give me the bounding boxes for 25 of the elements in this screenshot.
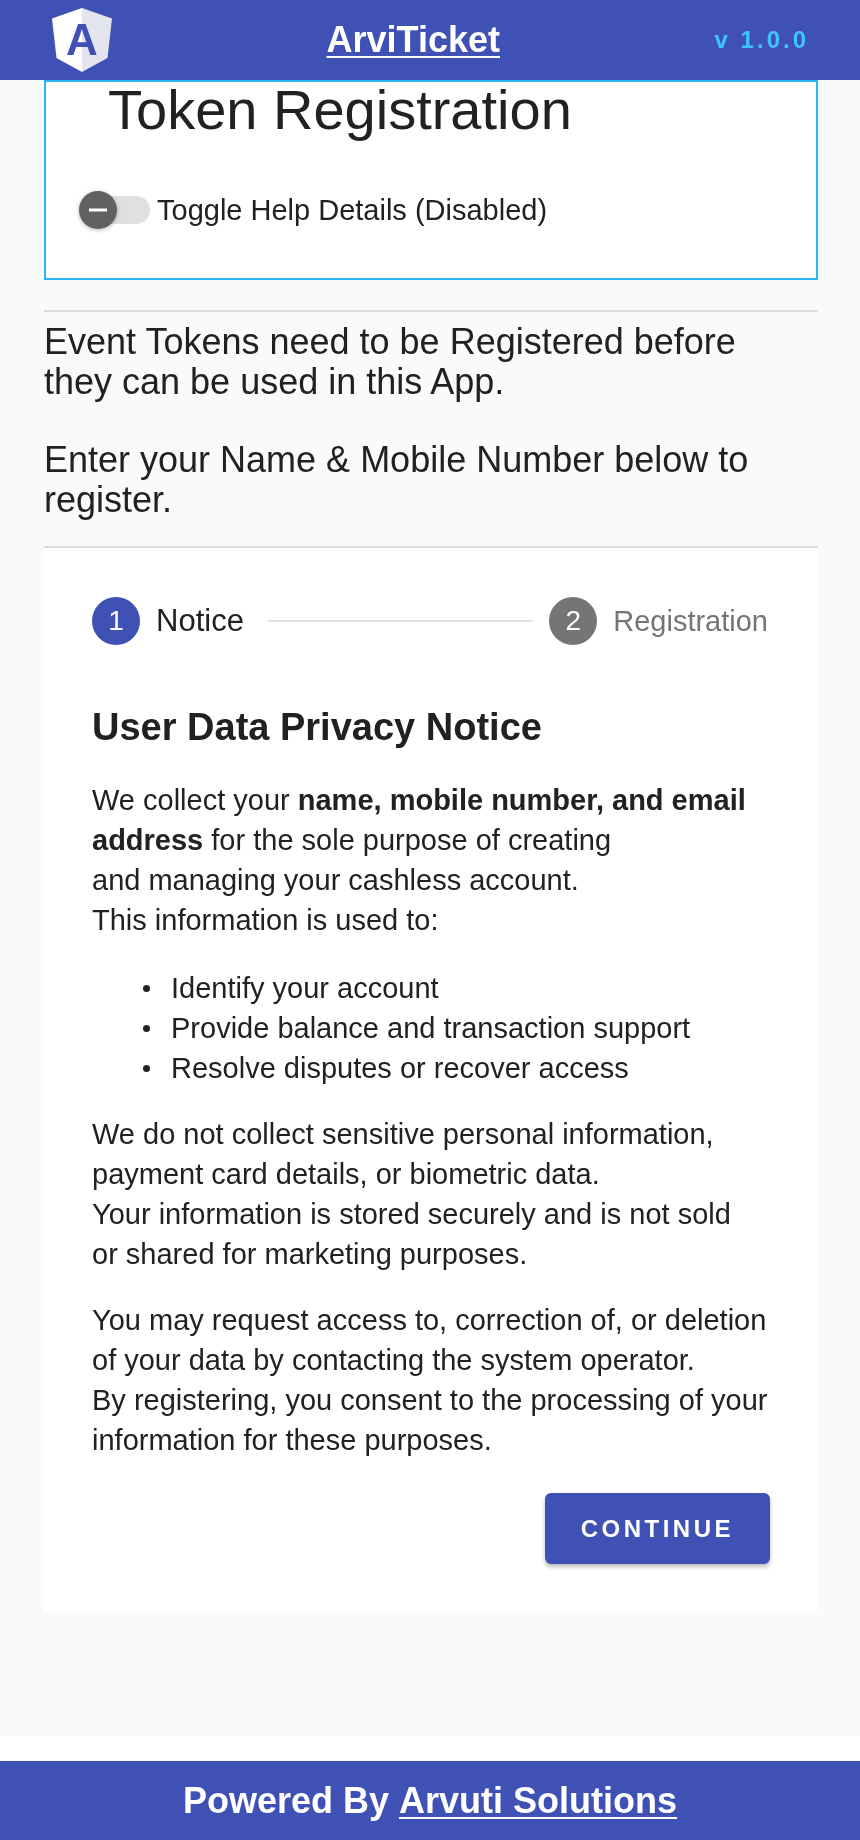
step-number[interactable]: 2 xyxy=(549,597,598,645)
list-item-text: Provide balance and transaction support xyxy=(171,1011,691,1046)
bullet-icon xyxy=(143,984,150,992)
shield-logo: A xyxy=(52,8,112,72)
step-label[interactable]: Notice xyxy=(156,603,244,639)
step-number[interactable]: 1 xyxy=(92,597,140,645)
notice-paragraph: You may request access to, correction of, or deletion of your data by contacting the system operator. By registering, you consent to the processing of your information for these purposes. xyxy=(92,1303,769,1458)
minus-icon xyxy=(78,190,118,230)
intro-text: Event Tokens need to be Registered before they can be used in this App. xyxy=(44,322,737,402)
step-label[interactable]: Registration xyxy=(613,604,768,638)
notice-paragraph: We collect your name, mobile number, and email address for the sole purpose of creating and managing your cashless account. This information is used to: xyxy=(92,783,747,938)
footer-text: Powered By xyxy=(182,1780,390,1822)
toggle-label: Toggle Help Details (Disabled) xyxy=(157,193,548,228)
list-item-text: Resolve disputes or recover access xyxy=(171,1051,629,1086)
help-toggle-switch[interactable] xyxy=(78,190,150,230)
intro-text: Enter your Name & Mobile Number below to register. xyxy=(44,440,750,520)
continue-button[interactable]: CONTINUE xyxy=(544,1493,770,1564)
version-label: v 1.0.0 xyxy=(714,26,809,54)
notice-paragraph: We do not collect sensitive personal information, payment card details, or biometric data. Your information is stored securely and is not sold or shared for marketing purposes. xyxy=(92,1117,732,1272)
bullet-icon xyxy=(143,1064,150,1072)
bullet-icon xyxy=(143,1024,150,1032)
app-title-link[interactable]: ArviTicket xyxy=(326,18,500,62)
company-link[interactable]: Arvuti Solutions xyxy=(399,1780,678,1822)
list-item-text: Identify your account xyxy=(171,971,439,1006)
notice-title: User Data Privacy Notice xyxy=(92,708,543,746)
